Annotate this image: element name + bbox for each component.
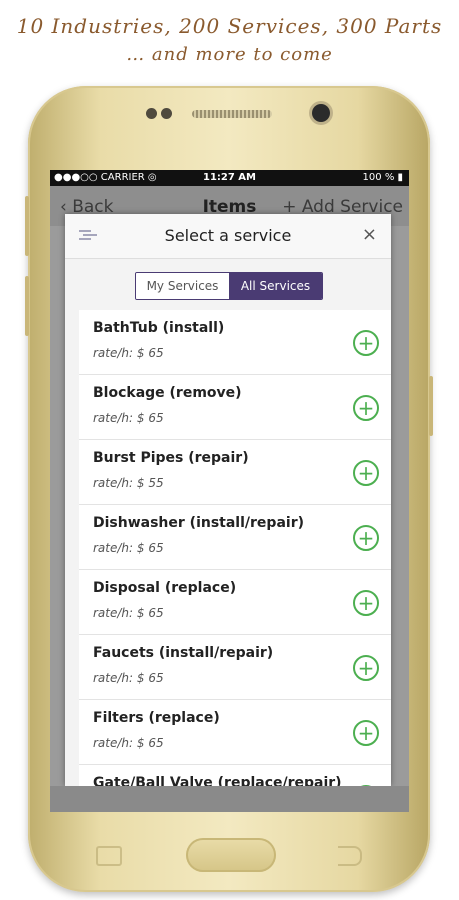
service-name: Faucets (install/repair) [93,645,274,661]
list-item[interactable]: Filters (replace) rate/h: $ 65 + [79,700,391,765]
add-circle-icon[interactable]: + [353,720,379,746]
add-circle-icon[interactable]: + [353,655,379,681]
service-name: Dishwasher (install/repair) [93,515,304,531]
home-button[interactable] [186,838,276,872]
rate-value: $ 65 [136,736,164,750]
list-item[interactable]: Dishwasher (install/repair) rate/h: $ 65 + [79,505,391,570]
service-name: BathTub (install) [93,320,225,336]
status-bar: ●●●○○ CARRIER ◎ 11:27 AM 100 % ▮ [50,170,409,186]
service-rate: rate/h: $ 65 [93,606,164,620]
volume-up-button [25,196,29,256]
modal-header: Select a service × [65,214,391,259]
recent-apps-key[interactable] [96,846,122,866]
earpiece-speaker [192,110,272,118]
service-name: Filters (replace) [93,710,220,726]
screen-bottom-bar [50,786,409,812]
service-rate: rate/h: $ 55 [93,476,164,490]
phone-screen: ●●●○○ CARRIER ◎ 11:27 AM 100 % ▮ ‹ Back … [50,170,409,812]
add-circle-icon[interactable]: + [353,330,379,356]
rate-value: $ 55 [136,476,164,490]
tab-all-services[interactable]: All Services [229,273,322,299]
service-rate: rate/h: $ 65 [93,346,164,360]
rate-label: rate/h: [93,541,134,555]
service-name: Burst Pipes (repair) [93,450,249,466]
services-segmented-control: My Services All Services [135,272,323,300]
add-circle-icon[interactable]: + [353,590,379,616]
power-button [429,376,433,436]
service-rate: rate/h: $ 65 [93,541,164,555]
service-name: Gate/Ball Valve (replace/repair) [93,775,342,786]
back-key[interactable] [338,846,362,866]
battery-indicator: 100 % ▮ [362,172,403,183]
volume-down-button [25,276,29,336]
list-item[interactable]: Burst Pipes (repair) rate/h: $ 55 + [79,440,391,505]
sensor-dot [161,108,172,119]
add-circle-icon[interactable]: + [353,525,379,551]
list-item[interactable]: Disposal (replace) rate/h: $ 65 + [79,570,391,635]
service-rate: rate/h: $ 65 [93,411,164,425]
service-rate: rate/h: $ 65 [93,671,164,685]
close-icon[interactable]: × [362,224,377,245]
rate-label: rate/h: [93,606,134,620]
service-name: Disposal (replace) [93,580,237,596]
service-name: Blockage (remove) [93,385,242,401]
list-item[interactable]: Faucets (install/repair) rate/h: $ 65 + [79,635,391,700]
service-list: BathTub (install) rate/h: $ 65 + Blockage (… [79,310,391,786]
rate-value: $ 65 [136,411,164,425]
tab-my-services[interactable]: My Services [136,273,229,299]
rate-value: $ 65 [136,606,164,620]
rate-label: rate/h: [93,736,134,750]
list-item[interactable]: BathTub (install) rate/h: $ 65 + [79,310,391,375]
select-service-modal: Select a service × My Services All Servi… [65,214,391,786]
rate-value: $ 65 [136,671,164,685]
promo-headline: 10 Industries, 200 Services, 300 Parts [16,14,443,38]
phone-frame: ●●●○○ CARRIER ◎ 11:27 AM 100 % ▮ ‹ Back … [25,86,433,892]
service-rate: rate/h: $ 65 [93,736,164,750]
add-circle-icon[interactable]: + [353,395,379,421]
add-circle-icon[interactable]: + [353,460,379,486]
list-item[interactable]: Blockage (remove) rate/h: $ 65 + [79,375,391,440]
promo-subline: … and more to come [126,44,333,65]
rate-label: rate/h: [93,671,134,685]
sensor-dot [146,108,157,119]
rate-value: $ 65 [136,346,164,360]
rate-value: $ 65 [136,541,164,555]
rate-label: rate/h: [93,476,134,490]
front-camera [312,104,330,122]
list-item[interactable]: Gate/Ball Valve (replace/repair)rate/h: … [79,765,391,786]
status-time: 11:27 AM [202,172,256,183]
rate-label: rate/h: [93,411,134,425]
rate-label: rate/h: [93,346,134,360]
modal-title: Select a service [164,226,292,245]
